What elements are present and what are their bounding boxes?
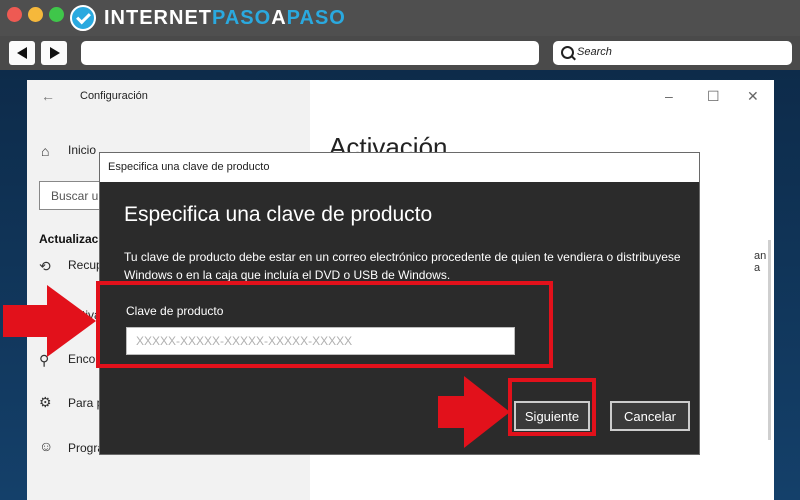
forward-button[interactable] <box>41 41 67 65</box>
browser-toolbar: Search <box>0 36 800 70</box>
product-key-highlight-box <box>96 281 553 368</box>
settings-maximize-icon[interactable]: ☐ <box>707 88 720 105</box>
cancel-button[interactable]: Cancelar <box>610 401 690 431</box>
settings-close-icon[interactable]: ✕ <box>747 88 759 105</box>
site-logo: INTERNETPASOAPASO <box>70 4 346 32</box>
developer-icon: ⚙ <box>39 394 52 410</box>
browser-search-bar[interactable]: Search <box>553 41 792 65</box>
browser-search-placeholder: Search <box>577 46 612 58</box>
forward-arrow-icon <box>50 47 60 59</box>
settings-window-title: Configuración <box>80 90 148 102</box>
close-window-button[interactable] <box>7 7 22 22</box>
settings-back-icon[interactable]: ← <box>41 88 55 104</box>
back-arrow-icon <box>17 47 27 59</box>
checkmark-logo-icon <box>70 5 96 31</box>
settings-scrollbar[interactable] <box>768 240 771 440</box>
dialog-titlebar: Especifica una clave de producto <box>100 153 699 182</box>
back-button[interactable] <box>9 41 35 65</box>
search-icon <box>561 46 574 59</box>
maximize-window-button[interactable] <box>49 7 64 22</box>
dialog-window-title: Especifica una clave de producto <box>108 161 270 173</box>
next-button-highlight-box <box>508 378 596 436</box>
recovery-icon: ⟲ <box>39 258 51 274</box>
dialog-heading: Especifica una clave de producto <box>124 203 433 226</box>
main-text-snippet: an a <box>754 250 767 274</box>
site-logo-text: INTERNETPASOAPASO <box>104 6 346 29</box>
browser-titlebar: INTERNETPASOAPASO <box>0 0 800 36</box>
red-arrow-right-icon <box>3 285 96 357</box>
settings-minimize-icon[interactable]: – <box>665 88 673 104</box>
sidebar-item-home[interactable]: Inicio <box>68 143 96 157</box>
insider-icon: ☺ <box>39 438 54 454</box>
address-bar[interactable] <box>81 41 539 65</box>
home-icon: ⌂ <box>41 143 50 159</box>
dialog-description: Tu clave de producto debe estar en un co… <box>124 250 681 282</box>
minimize-window-button[interactable] <box>28 7 43 22</box>
red-arrow-right-icon <box>438 376 510 448</box>
